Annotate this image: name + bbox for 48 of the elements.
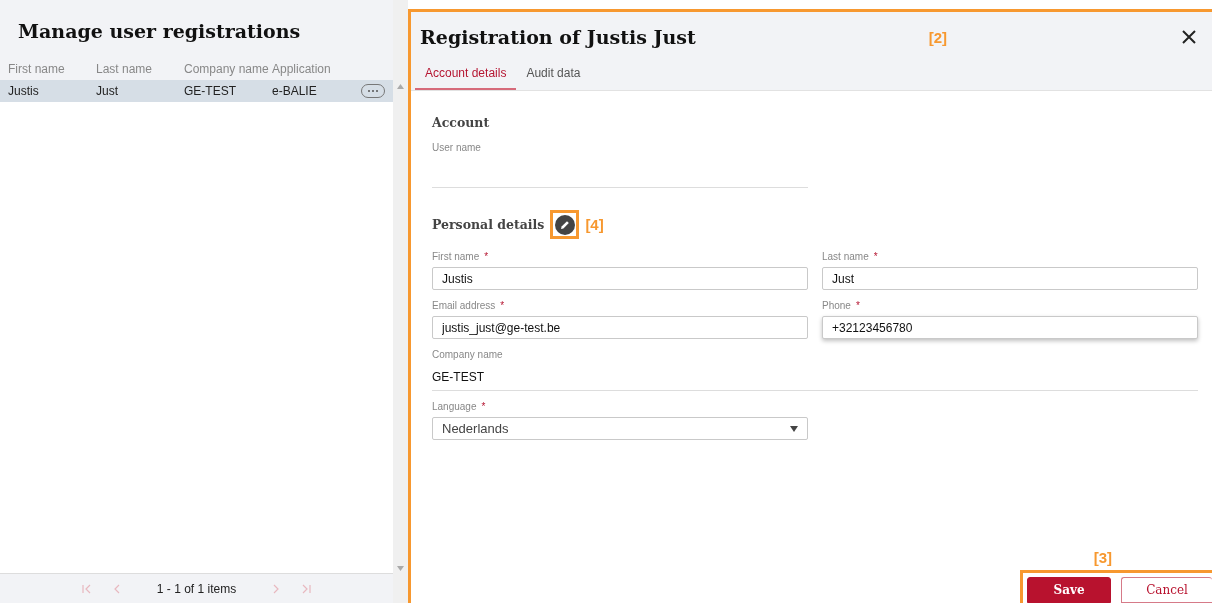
- field-label: Phone: [822, 300, 851, 311]
- field-label: First name: [432, 251, 480, 262]
- callout-label: [3]: [1093, 549, 1112, 566]
- section-title: Account: [432, 115, 490, 130]
- required-mark: *: [484, 251, 489, 262]
- text-field[interactable]: justis_just@ge-test.be: [432, 316, 808, 339]
- dropdown-caret-icon: [790, 425, 798, 432]
- ellipsis-icon: [367, 89, 379, 93]
- text-field[interactable]: +32123456780: [822, 316, 1198, 339]
- tab[interactable]: Account details: [415, 60, 517, 90]
- required-mark: *: [855, 300, 860, 311]
- field-value: GE-TEST: [432, 365, 1198, 391]
- text-field[interactable]: Justis: [432, 267, 808, 290]
- field-label: Company name: [432, 349, 503, 360]
- dialog-title: Registration of Justis Just: [420, 26, 696, 48]
- save-button[interactable]: Save: [1027, 577, 1111, 603]
- close-button[interactable]: [1180, 28, 1198, 46]
- required-mark: *: [500, 300, 505, 311]
- language-dropdown[interactable]: Nederlands: [432, 417, 808, 440]
- cancel-button[interactable]: Cancel: [1121, 577, 1212, 603]
- edit-button[interactable]: [550, 210, 580, 239]
- table-cell-text: GE-TEST: [184, 84, 237, 98]
- last-page-icon: [300, 583, 313, 594]
- scroll-down-icon[interactable]: [397, 566, 404, 571]
- field-label: User name: [432, 142, 481, 153]
- column-header: First name: [8, 62, 66, 76]
- scroll-up-icon[interactable]: [397, 84, 404, 89]
- table-row[interactable]: Justis Just GE-TEST e-BALIE: [0, 80, 393, 102]
- section-title: Personal details: [432, 217, 545, 232]
- table-cell-text: e-BALIE: [272, 84, 318, 98]
- pager-summary: 1 - 1 of 1 items: [156, 581, 237, 596]
- scrollbar[interactable]: [393, 0, 408, 603]
- column-header: Company name: [184, 62, 270, 76]
- first-page-icon: [80, 583, 93, 594]
- column-header: Application: [272, 62, 332, 76]
- required-mark: *: [873, 251, 878, 262]
- column-header: Last name: [96, 62, 154, 76]
- callout-label: [4]: [585, 216, 604, 233]
- field-label: Last name: [822, 251, 869, 262]
- text-field[interactable]: Just: [822, 267, 1198, 290]
- page-title: Manage user registrations: [18, 20, 302, 42]
- table-cell-text: Just: [96, 84, 119, 98]
- tab[interactable]: Audit data: [516, 60, 591, 90]
- required-mark: *: [481, 401, 486, 412]
- table-cell-text: Justis: [8, 84, 40, 98]
- field-label: Email address: [432, 300, 496, 311]
- field-label: Language: [432, 401, 477, 412]
- callout-label: [2]: [928, 28, 948, 46]
